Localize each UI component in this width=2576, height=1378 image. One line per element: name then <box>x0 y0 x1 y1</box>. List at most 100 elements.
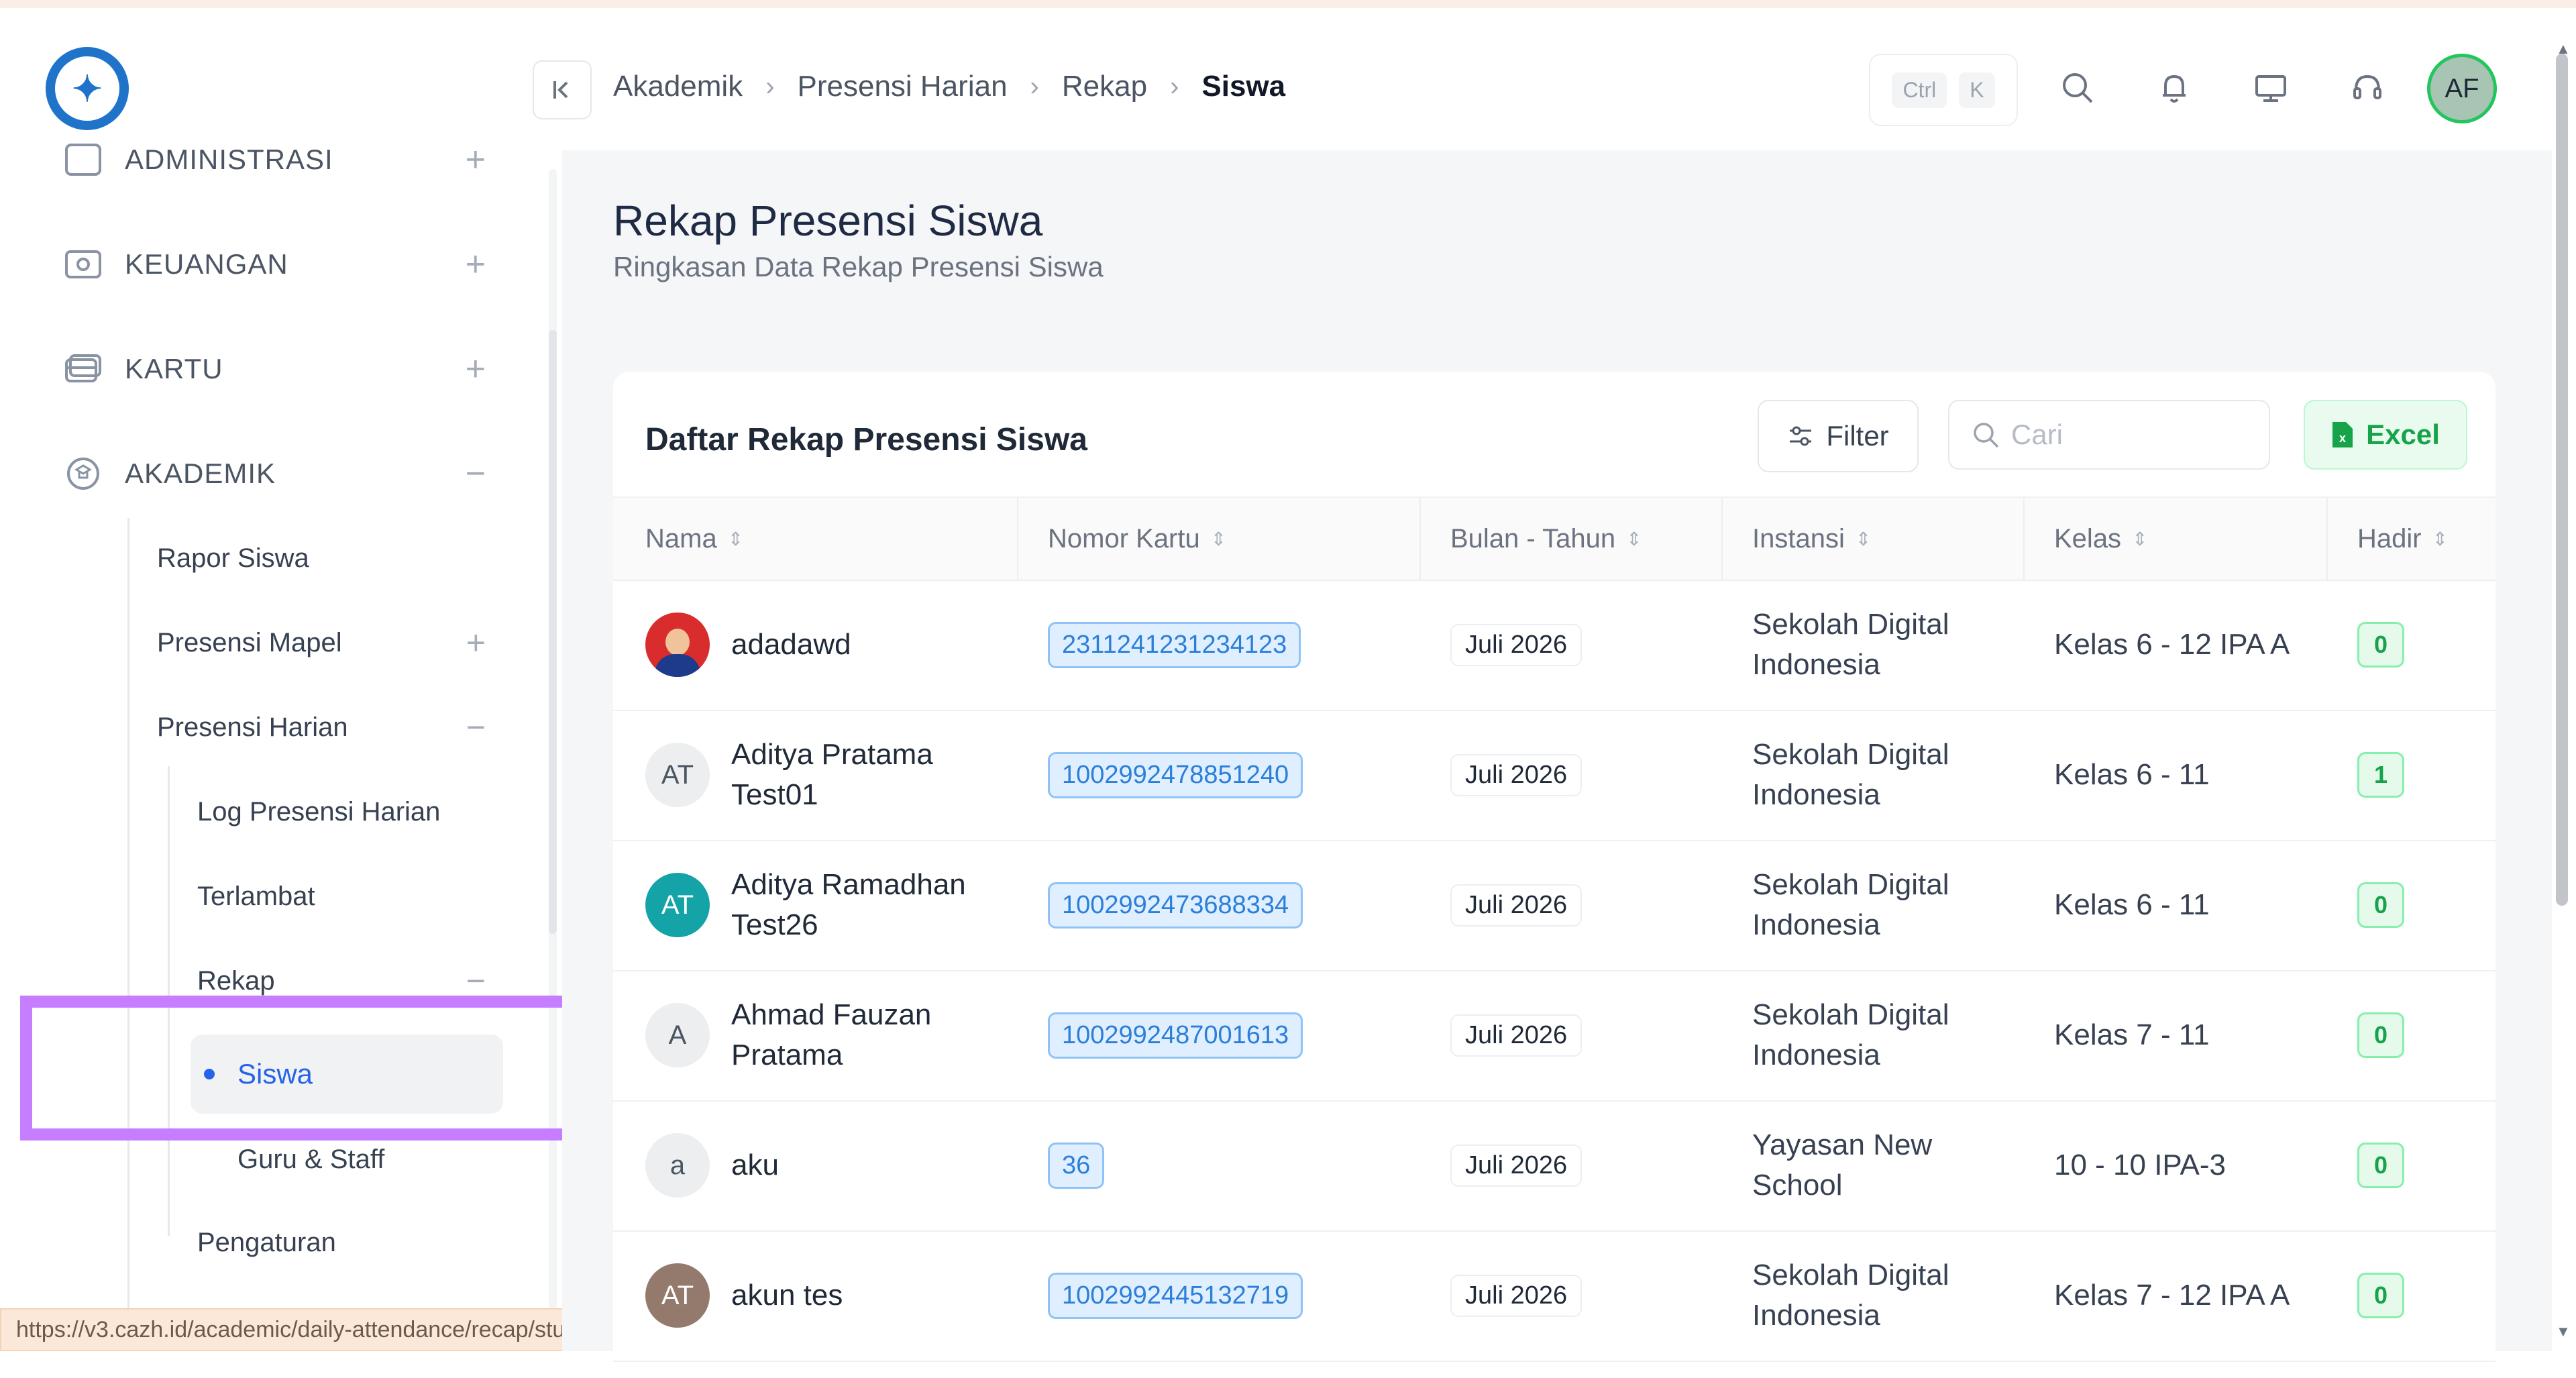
sidebar-item-label: Terlambat <box>197 881 315 911</box>
sort-icon: ⇕ <box>727 528 744 549</box>
cell-kelas: Kelas 6 - 11 <box>2054 888 2210 921</box>
sidebar-item-label: KARTU <box>125 353 223 384</box>
month-badge: Juli 2026 <box>1450 1014 1582 1057</box>
cell-kelas: Kelas 7 - 12 IPA A <box>2054 1279 2290 1312</box>
page-scrollbar-thumb[interactable] <box>2556 54 2568 906</box>
table-row[interactable]: AT Aditya Pratama Test01 1002992478851240… <box>613 710 2496 841</box>
cell-nama: A Ahmad Fauzan Pratama <box>645 970 931 1100</box>
table-row[interactable]: a aku 36 Juli 2026 Yayasan New School 10 … <box>613 1100 2496 1232</box>
scroll-down-icon[interactable]: ▼ <box>2556 1323 2571 1340</box>
search-icon <box>1974 423 1999 448</box>
hadir-count-badge: 0 <box>2357 1273 2404 1318</box>
table-row[interactable]: A Ahmad Fauzan Pratama 1002992487001613 J… <box>613 970 2496 1102</box>
collapse-sidebar-button[interactable] <box>533 60 592 119</box>
column-divider <box>1419 498 1421 580</box>
cell-bulan-tahun: Juli 2026 <box>1450 710 1582 840</box>
sidebar-item-label: Guru & Staff <box>237 1144 385 1174</box>
cell-instansi: Sekolah Digital Indonesia <box>1752 608 1949 681</box>
cell-hadir: 0 <box>2357 840 2404 970</box>
export-excel-button[interactable]: x Excel <box>2304 400 2467 470</box>
month-badge: Juli 2026 <box>1450 623 1582 666</box>
card-number-badge: 1002992445132719 <box>1048 1272 1303 1319</box>
bell-icon[interactable] <box>2151 64 2198 111</box>
sort-icon: ⇕ <box>1210 528 1227 549</box>
card-title: Daftar Rekap Presensi Siswa <box>645 422 1087 458</box>
breadcrumb-akademik[interactable]: Akademik <box>613 70 743 103</box>
column-divider <box>2023 498 2025 580</box>
cell-bulan-tahun: Juli 2026 <box>1450 840 1582 970</box>
table-row[interactable]: AT Aditya Ramadhan Test26 100299247368833… <box>613 840 2496 971</box>
column-header-bulan-tahun[interactable]: Bulan - Tahun ⇕ <box>1450 498 1642 580</box>
sidebar-item-kartu[interactable]: KARTU + <box>0 335 510 403</box>
collapse-icon: − <box>465 454 486 493</box>
page-title: Rekap Presensi Siswa <box>613 197 1043 245</box>
student-initials-avatar: AT <box>645 743 710 807</box>
month-badge: Juli 2026 <box>1450 1274 1582 1317</box>
filter-button[interactable]: Filter <box>1758 400 1919 472</box>
cell-nama: AT Aditya Pratama Test01 <box>645 710 933 840</box>
search-icon[interactable] <box>2054 64 2101 111</box>
cell-bulan-tahun: Juli 2026 <box>1450 1230 1582 1361</box>
table-row[interactable]: adadawd 2311241231234123 Juli 2026 Sekol… <box>613 580 2496 711</box>
sidebar-item-label: KEUANGAN <box>125 248 288 280</box>
breadcrumb-presensi-harian[interactable]: Presensi Harian <box>798 70 1008 103</box>
cell-nama: a aku <box>645 1100 779 1230</box>
cell-nomor-kartu: 2311241231234123 <box>1048 580 1301 710</box>
command-palette-button[interactable]: Ctrl K <box>1869 54 2018 126</box>
sidebar-item-akademik[interactable]: AKADEMIK − <box>0 440 510 507</box>
breadcrumb-rekap[interactable]: Rekap <box>1062 70 1147 103</box>
cell-instansi: Sekolah Digital Indonesia <box>1752 998 1949 1071</box>
month-badge: Juli 2026 <box>1450 884 1582 926</box>
cell-kelas: Kelas 6 - 11 <box>2054 758 2210 791</box>
sidebar-item-presensi-mapel[interactable]: Presensi Mapel + <box>157 609 486 676</box>
sidebar-item-label: Presensi Harian <box>157 712 348 742</box>
cell-instansi: Yayasan New School <box>1752 1128 1933 1202</box>
cell-hadir: 0 <box>2357 580 2404 710</box>
sidebar-item-pengaturan[interactable]: Pengaturan <box>197 1209 562 1276</box>
svg-text:x: x <box>2339 431 2346 445</box>
headset-icon[interactable] <box>2344 64 2391 111</box>
student-name: akun tes <box>731 1279 843 1312</box>
search-box[interactable] <box>1948 400 2270 470</box>
table-row[interactable]: AT akun tes 1002992445132719 Juli 2026 S… <box>613 1230 2496 1362</box>
sidebar-item-rapor-siswa[interactable]: Rapor Siswa <box>157 525 562 592</box>
cell-kelas: Kelas 7 - 11 <box>2054 1018 2210 1051</box>
cell-hadir: 0 <box>2357 970 2404 1100</box>
user-avatar[interactable]: AF <box>2427 54 2497 123</box>
cell-bulan-tahun: Juli 2026 <box>1450 1100 1582 1230</box>
sidebar-item-label: ADMINISTRASI <box>125 144 333 175</box>
sidebar-item-log-presensi-harian[interactable]: Log Presensi Harian <box>197 778 562 845</box>
column-header-kelas[interactable]: Kelas ⇕ <box>2054 498 2148 580</box>
sidebar-item-label: Log Presensi Harian <box>197 796 441 827</box>
sidebar-item-terlambat[interactable]: Terlambat <box>197 863 562 930</box>
hadir-count-badge: 0 <box>2357 1143 2404 1188</box>
search-input[interactable] <box>2010 418 2241 452</box>
chevron-right-icon: › <box>1170 71 1179 101</box>
cell-instansi: Sekolah Digital Indonesia <box>1752 868 1949 941</box>
cell-hadir: 0 <box>2357 1230 2404 1361</box>
monitor-icon[interactable] <box>2247 64 2294 111</box>
kbd-ctrl: Ctrl <box>1892 72 1947 108</box>
student-name: aku <box>731 1149 779 1181</box>
student-initials-avatar: AT <box>645 873 710 937</box>
month-badge: Juli 2026 <box>1450 1144 1582 1187</box>
cell-instansi: Sekolah Digital Indonesia <box>1752 1259 1949 1332</box>
sidebar-item-administrasi[interactable]: ADMINISTRASI + <box>0 126 510 193</box>
column-divider <box>2326 498 2328 580</box>
top-strip <box>0 0 2576 8</box>
sidebar-scrollbar-thumb[interactable] <box>549 330 557 934</box>
page-subtitle: Ringkasan Data Rekap Presensi Siswa <box>613 251 1104 282</box>
column-header-nomor-kartu[interactable]: Nomor Kartu ⇕ <box>1048 498 1226 580</box>
breadcrumb: Akademik › Presensi Harian › Rekap › Sis… <box>613 70 1285 103</box>
student-initials-avatar: A <box>645 1003 710 1067</box>
sidebar-item-label: Presensi Mapel <box>157 627 342 657</box>
column-header-instansi[interactable]: Instansi ⇕ <box>1752 498 1871 580</box>
logo[interactable]: ✦ <box>46 47 129 130</box>
column-header-hadir[interactable]: Hadir ⇕ <box>2357 498 2448 580</box>
sidebar-item-keuangan[interactable]: KEUANGAN + <box>0 231 510 298</box>
tree-line <box>127 518 129 1323</box>
sidebar-item-presensi-harian[interactable]: Presensi Harian − <box>157 694 486 761</box>
hadir-count-badge: 0 <box>2357 622 2404 668</box>
column-header-nama[interactable]: Nama ⇕ <box>645 498 743 580</box>
cell-hadir: 0 <box>2357 1100 2404 1230</box>
